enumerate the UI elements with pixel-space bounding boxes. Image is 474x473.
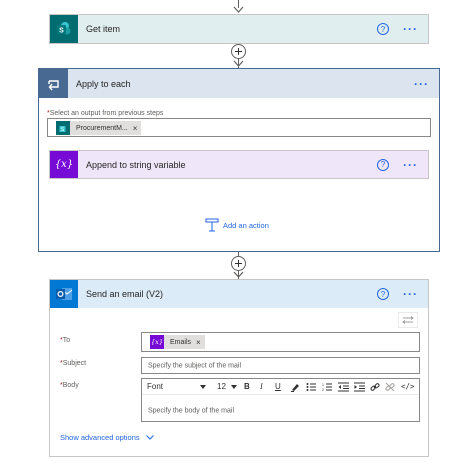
get-item-more-icon[interactable]: ··· (403, 23, 418, 35)
font-dropdown[interactable]: Font (147, 382, 163, 391)
toggle-parameters-icon[interactable] (398, 312, 418, 328)
show-advanced-options-link[interactable]: Show advanced options (60, 433, 154, 442)
highlight-pen-icon[interactable] (290, 382, 300, 392)
subject-placeholder: Specify the subject of the mail (148, 362, 241, 369)
body-placeholder: Specify the body of the mail (148, 407, 234, 415)
remove-token-icon[interactable]: × (196, 338, 201, 347)
svg-text:S: S (59, 28, 64, 35)
bold-button[interactable]: B (244, 382, 250, 391)
subject-label: *Subject (60, 360, 87, 367)
get-item-title: Get item (86, 24, 121, 34)
font-size-dropdown[interactable]: 12 (217, 382, 226, 391)
add-action-icon (205, 218, 219, 232)
apply-to-each-more-icon[interactable]: ··· (414, 78, 429, 90)
get-item-card[interactable]: S Get item ? ··· (49, 14, 429, 44)
emails-token-label: Emails (170, 338, 192, 346)
add-action-label: Add an action (223, 220, 269, 230)
outlook-icon (50, 280, 78, 308)
show-advanced-options-label: Show advanced options (60, 433, 140, 442)
chevron-down-icon[interactable] (200, 385, 206, 389)
insert-step-plus-icon[interactable] (231, 256, 246, 271)
sharepoint-icon: S (56, 121, 70, 135)
to-label: *To (60, 337, 71, 344)
chevron-down-icon (145, 435, 154, 440)
variable-icon: {x} (150, 335, 164, 349)
procurement-token-label: ProcurementM... (76, 124, 128, 132)
select-output-label: *Select an output from previous steps (47, 110, 164, 117)
arrow-down-icon (233, 271, 244, 278)
to-field[interactable]: {x} Emails × (141, 332, 420, 352)
insert-step-plus-icon[interactable] (231, 44, 246, 59)
append-more-icon[interactable]: ··· (403, 159, 418, 171)
link-icon[interactable] (370, 382, 380, 392)
subject-field[interactable]: Specify the subject of the mail (141, 357, 420, 374)
numbered-list-icon[interactable]: 12 (322, 382, 332, 392)
emails-token: {x} Emails × (150, 335, 205, 349)
remove-token-icon[interactable]: × (133, 124, 138, 133)
bullet-list-icon[interactable] (306, 382, 316, 392)
send-email-title: Send an email (V2) (86, 289, 164, 299)
send-email-help-icon[interactable]: ? (377, 288, 389, 300)
procurement-token: S ProcurementM... × (56, 121, 142, 135)
sharepoint-icon: S (50, 15, 78, 43)
italic-button[interactable]: I (260, 382, 263, 391)
send-email-more-icon[interactable]: ··· (403, 288, 418, 300)
append-variable-title: Append to string variable (86, 159, 186, 170)
increase-indent-icon[interactable] (354, 382, 365, 392)
get-item-help-icon[interactable]: ? (377, 23, 389, 35)
body-editor[interactable]: Font 12 B I U 12 </> Specify the body of… (141, 378, 420, 422)
unlink-icon[interactable] (385, 382, 395, 392)
svg-text:1: 1 (322, 383, 324, 387)
decrease-indent-icon[interactable] (338, 382, 349, 392)
select-output-field[interactable]: S ProcurementM... × (47, 118, 431, 137)
body-label: *Body (60, 382, 79, 389)
svg-text:2: 2 (322, 388, 324, 392)
underline-button[interactable]: U (275, 382, 281, 391)
chevron-down-icon[interactable] (231, 385, 237, 389)
apply-to-each-title: Apply to each (76, 78, 131, 89)
rich-text-toolbar: Font 12 B I U 12 </> (142, 379, 419, 395)
append-variable-card[interactable]: {x} Append to string variable ? ··· (49, 150, 429, 179)
loop-icon (39, 69, 68, 98)
arrow-down-icon (233, 60, 244, 67)
send-email-card[interactable]: Send an email (V2) ? ··· *To {x} Emails … (49, 279, 429, 457)
arrow-down-icon (233, 6, 244, 13)
code-view-button[interactable]: </> (401, 382, 415, 391)
variable-icon: {x} (50, 151, 78, 178)
apply-to-each-card[interactable]: Apply to each ··· *Select an output from… (38, 68, 440, 252)
append-help-icon[interactable]: ? (377, 158, 389, 171)
add-action-button[interactable]: Add an action (205, 218, 269, 232)
